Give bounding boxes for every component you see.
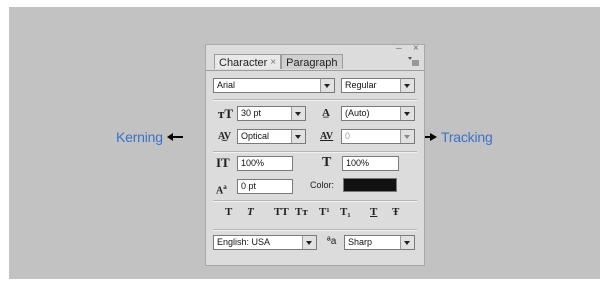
strikethrough-button[interactable]: Ŧ: [392, 206, 399, 218]
chevron-down-icon: [291, 130, 305, 143]
font-size-dropdown[interactable]: 30 pt: [237, 106, 306, 121]
tracking-value: 0: [345, 131, 351, 141]
tab-divider: [206, 70, 424, 71]
tracking-icon: AV: [320, 131, 334, 142]
character-panel: – × Character × Paragraph Arial Regular …: [205, 43, 425, 266]
horizontal-scale-input[interactable]: 100%: [342, 156, 399, 171]
chevron-down-icon: [400, 236, 414, 249]
chevron-down-icon: [320, 79, 334, 92]
leading-icon: A̲: [322, 107, 330, 119]
kerning-icon: A͜V: [218, 131, 232, 142]
font-size-icon: ᴛT: [218, 106, 234, 121]
font-style-dropdown[interactable]: Regular: [341, 78, 415, 93]
antialias-value: Sharp: [348, 237, 373, 247]
tab-character-label: Character: [219, 56, 268, 69]
font-family-value: Arial: [217, 80, 236, 90]
underline-button[interactable]: T: [370, 206, 377, 218]
chevron-down-icon: [400, 130, 414, 143]
divider: [213, 201, 417, 202]
text-color-swatch[interactable]: [343, 178, 397, 192]
tab-character[interactable]: Character ×: [214, 54, 282, 69]
horizontal-scale-icon: T: [322, 155, 332, 170]
font-size-value: 30 pt: [241, 108, 262, 118]
divider: [213, 230, 417, 231]
panel-tabs: Character × Paragraph: [214, 54, 343, 70]
faux-bold-button[interactable]: T: [225, 206, 232, 218]
arrow-left-icon: [166, 133, 183, 141]
vertical-scale-icon: IT: [216, 155, 230, 170]
color-label: Color:: [310, 180, 335, 190]
tracking-callout: Tracking: [419, 127, 493, 147]
vertical-scale-input[interactable]: 100%: [237, 156, 293, 171]
kerning-callout: Kerning: [116, 127, 183, 147]
minimize-button[interactable]: –: [396, 43, 402, 54]
divider: [213, 152, 417, 153]
tracking-dropdown[interactable]: 0: [341, 129, 415, 144]
leading-value: (Auto): [345, 108, 370, 118]
kerning-value: Optical: [241, 131, 270, 141]
superscript-button[interactable]: T¹: [319, 206, 330, 218]
font-family-dropdown[interactable]: Arial: [213, 78, 335, 93]
panel-menu-icon[interactable]: [408, 57, 420, 67]
chevron-down-icon: [400, 79, 414, 92]
divider: [213, 100, 417, 101]
chevron-down-icon: [400, 107, 414, 120]
tab-close-icon[interactable]: ×: [270, 57, 276, 68]
small-caps-button[interactable]: Tт: [295, 206, 308, 218]
antialias-dropdown[interactable]: Sharp: [344, 235, 415, 250]
baseline-shift-input[interactable]: 0 pt: [237, 179, 293, 194]
subscript-button[interactable]: T₁: [340, 206, 351, 218]
tab-paragraph[interactable]: Paragraph: [281, 54, 343, 69]
font-style-value: Regular: [345, 80, 377, 90]
close-panel-button[interactable]: ×: [413, 43, 419, 54]
faux-italic-button[interactable]: T: [247, 206, 254, 218]
kerning-callout-label: Kerning: [116, 129, 163, 145]
tab-paragraph-label: Paragraph: [286, 56, 338, 69]
all-caps-button[interactable]: TT: [274, 206, 289, 218]
chevron-down-icon: [291, 107, 305, 120]
baseline-shift-icon: Aa: [216, 183, 227, 197]
kerning-dropdown[interactable]: Optical: [237, 129, 306, 144]
language-value: English: USA: [217, 237, 271, 247]
chevron-down-icon: [302, 236, 316, 249]
leading-dropdown[interactable]: (Auto): [341, 106, 415, 121]
antialias-icon: ªa: [327, 236, 337, 247]
language-dropdown[interactable]: English: USA: [213, 235, 317, 250]
menu-arrow-icon: [408, 57, 419, 66]
tracking-callout-label: Tracking: [441, 129, 493, 145]
